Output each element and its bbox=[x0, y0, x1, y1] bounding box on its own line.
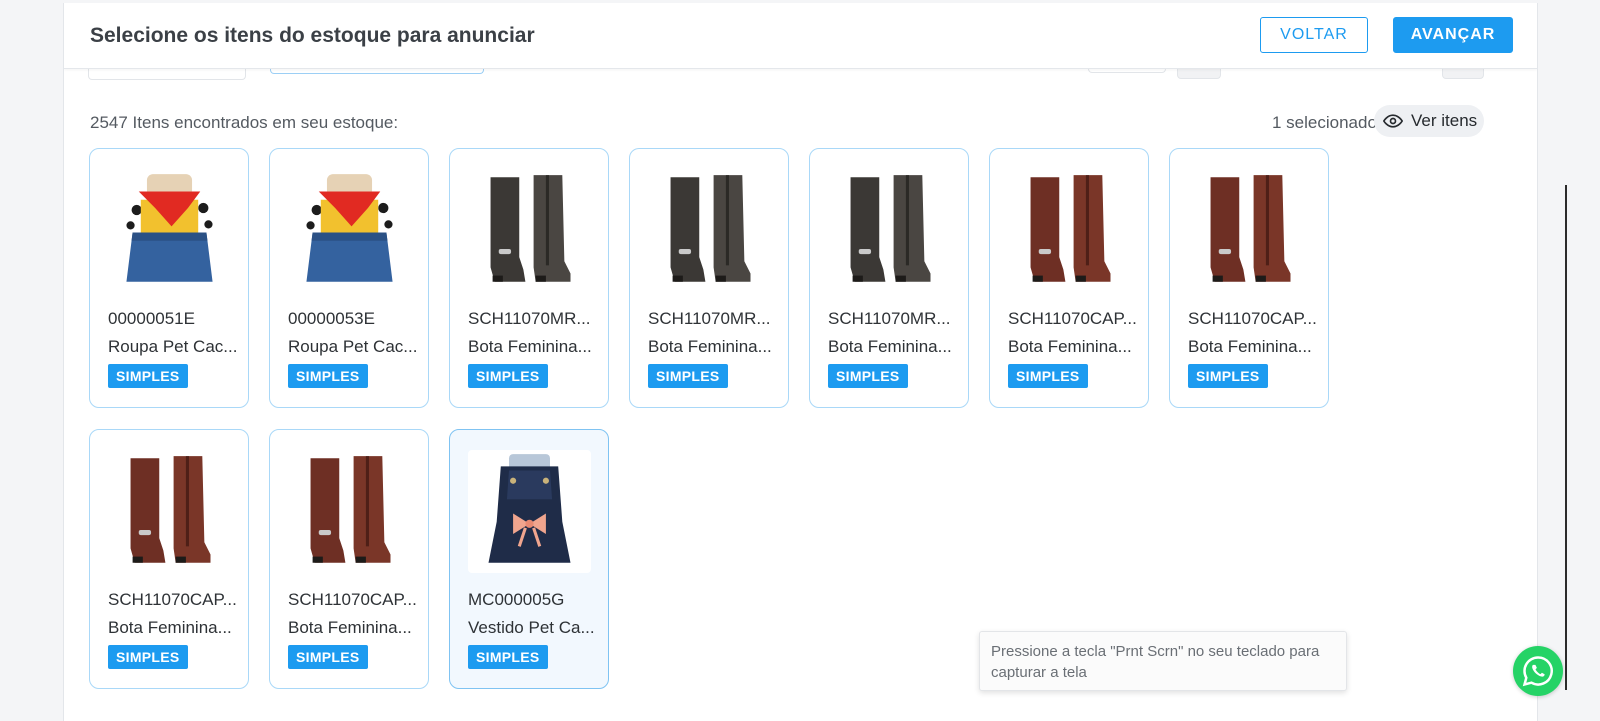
product-image-pet-dress bbox=[468, 450, 591, 573]
items-found-count: 2547 Itens encontrados em seu estoque: bbox=[90, 113, 399, 132]
product-image-pet-outfit bbox=[108, 169, 231, 292]
item-sku: SCH11070CAP... bbox=[1008, 309, 1137, 328]
item-type-badge: SIMPLES bbox=[288, 364, 368, 388]
item-card[interactable]: 00000053E Roupa Pet Cac... SIMPLES bbox=[269, 148, 429, 408]
item-card[interactable]: SCH11070MR... Bota Feminina... SIMPLES bbox=[629, 148, 789, 408]
product-image-boots bbox=[1188, 169, 1311, 292]
item-card[interactable]: SCH11070MR... Bota Feminina... SIMPLES bbox=[449, 148, 609, 408]
item-sku: SCH11070MR... bbox=[828, 309, 951, 328]
whatsapp-icon bbox=[1522, 656, 1553, 687]
item-name: Bota Feminina... bbox=[828, 337, 952, 356]
product-image-boots bbox=[288, 450, 411, 573]
product-image-boots bbox=[468, 169, 591, 292]
item-name: Bota Feminina... bbox=[648, 337, 772, 356]
item-type-badge: SIMPLES bbox=[288, 645, 368, 669]
stock-selection-panel: Selecione os itens do estoque para anunc… bbox=[63, 3, 1538, 721]
item-sku: SCH11070MR... bbox=[468, 309, 591, 328]
item-sku: SCH11070CAP... bbox=[108, 590, 237, 609]
item-sku: SCH11070CAP... bbox=[288, 590, 417, 609]
item-card-selected[interactable]: MC000005G Vestido Pet Ca... SIMPLES bbox=[449, 429, 609, 689]
product-image-boots bbox=[1008, 169, 1131, 292]
selected-count: 1 selecionados bbox=[1272, 113, 1386, 132]
item-card[interactable]: SCH11070CAP... Bota Feminina... SIMPLES bbox=[89, 429, 249, 689]
item-type-badge: SIMPLES bbox=[468, 364, 548, 388]
item-type-badge: SIMPLES bbox=[108, 645, 188, 669]
item-name: Bota Feminina... bbox=[108, 618, 232, 637]
item-type-badge: SIMPLES bbox=[468, 645, 548, 669]
item-name: Bota Feminina... bbox=[1188, 337, 1312, 356]
view-items-label: Ver itens bbox=[1411, 111, 1478, 130]
item-name: Bota Feminina... bbox=[468, 337, 592, 356]
item-name: Vestido Pet Ca... bbox=[468, 618, 595, 637]
item-name: Bota Feminina... bbox=[288, 618, 412, 637]
item-name: Bota Feminina... bbox=[1008, 337, 1132, 356]
item-type-badge: SIMPLES bbox=[1008, 364, 1088, 388]
page-title: Selecione os itens do estoque para anunc… bbox=[90, 24, 535, 47]
window-edge bbox=[1565, 185, 1567, 690]
item-sku: SCH11070MR... bbox=[648, 309, 771, 328]
page-header: Selecione os itens do estoque para anunc… bbox=[64, 3, 1537, 69]
item-type-badge: SIMPLES bbox=[648, 364, 728, 388]
view-items-button[interactable]: Ver itens bbox=[1374, 105, 1484, 137]
product-image-boots bbox=[108, 450, 231, 573]
back-button[interactable]: VOLTAR bbox=[1260, 17, 1368, 53]
item-type-badge: SIMPLES bbox=[108, 364, 188, 388]
item-name: Roupa Pet Cac... bbox=[288, 337, 418, 356]
item-sku: MC000005G bbox=[468, 590, 565, 609]
item-sku: 00000053E bbox=[288, 309, 375, 328]
item-card[interactable]: SCH11070CAP... Bota Feminina... SIMPLES bbox=[1169, 148, 1329, 408]
item-card[interactable]: 00000051E Roupa Pet Cac... SIMPLES bbox=[89, 148, 249, 408]
product-image-boots bbox=[648, 169, 771, 292]
item-name: Roupa Pet Cac... bbox=[108, 337, 238, 356]
product-image-boots bbox=[828, 169, 951, 292]
item-sku: 00000051E bbox=[108, 309, 195, 328]
item-card[interactable]: SCH11070MR... Bota Feminina... SIMPLES bbox=[809, 148, 969, 408]
item-card[interactable]: SCH11070CAP... Bota Feminina... SIMPLES bbox=[989, 148, 1149, 408]
item-type-badge: SIMPLES bbox=[828, 364, 908, 388]
next-button[interactable]: AVANÇAR bbox=[1393, 17, 1513, 53]
item-card[interactable]: SCH11070CAP... Bota Feminina... SIMPLES bbox=[269, 429, 429, 689]
print-screen-tooltip: Pressione a tecla "Prnt Scrn" no seu tec… bbox=[979, 631, 1347, 691]
item-type-badge: SIMPLES bbox=[1188, 364, 1268, 388]
item-sku: SCH11070CAP... bbox=[1188, 309, 1317, 328]
whatsapp-button[interactable] bbox=[1513, 646, 1563, 696]
product-image-pet-outfit bbox=[288, 169, 411, 292]
eye-icon bbox=[1383, 114, 1403, 128]
